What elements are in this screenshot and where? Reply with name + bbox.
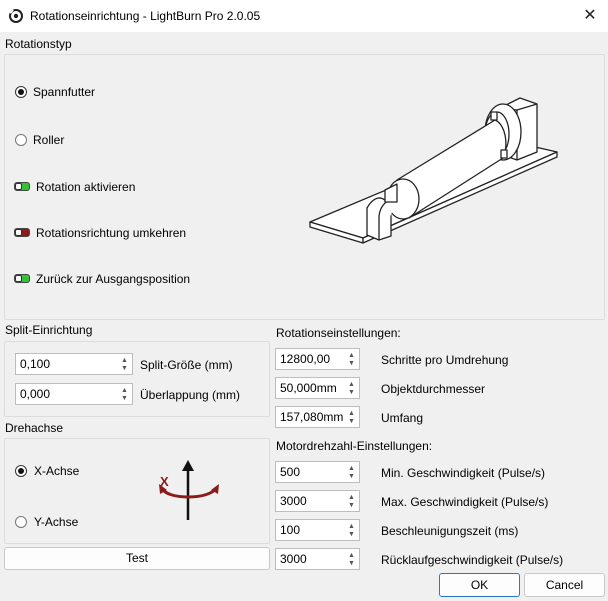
radio-roller-label: Roller bbox=[33, 133, 65, 147]
toggle-return-home[interactable] bbox=[14, 274, 30, 283]
steps-per-rotation-stepper[interactable]: ▲ ▼ bbox=[345, 349, 359, 369]
min-speed-input[interactable]: 500 ▲ ▼ bbox=[275, 461, 360, 483]
object-diameter-value: 50,000mm bbox=[280, 381, 337, 395]
split-size-stepper[interactable]: ▲ ▼ bbox=[118, 354, 132, 374]
circumference-value: 157,080mm bbox=[280, 410, 344, 424]
cancel-button[interactable]: Cancel bbox=[524, 573, 605, 597]
return-speed-value: 3000 bbox=[280, 552, 307, 566]
split-size-value: 0,100 bbox=[20, 357, 51, 371]
acceleration-time-input[interactable]: 100 ▲ ▼ bbox=[275, 519, 360, 541]
circumference-input[interactable]: 157,080mm ▲ ▼ bbox=[275, 406, 360, 428]
radio-spannfutter[interactable] bbox=[15, 86, 27, 98]
close-icon[interactable]: ✕ bbox=[578, 4, 602, 28]
radio-y-axis[interactable] bbox=[15, 516, 27, 528]
return-speed-label: Rücklaufgeschwindigkeit (Pulse/s) bbox=[381, 553, 564, 567]
radio-x-axis-label: X-Achse bbox=[34, 464, 80, 478]
axis-heading: Drehachse bbox=[5, 421, 64, 435]
acceleration-time-stepper[interactable]: ▲ ▼ bbox=[345, 520, 359, 540]
split-size-input[interactable]: 0,100 ▲ ▼ bbox=[15, 353, 133, 375]
toggle-reverse-direction-label: Rotationsrichtung umkehren bbox=[36, 226, 187, 240]
steps-per-rotation-value: 12800,00 bbox=[280, 352, 331, 366]
radio-roller[interactable] bbox=[15, 134, 27, 146]
ok-button[interactable]: OK bbox=[439, 573, 520, 597]
acceleration-time-label: Beschleunigungszeit (ms) bbox=[381, 524, 519, 538]
min-speed-label: Min. Geschwindigkeit (Pulse/s) bbox=[381, 466, 546, 480]
return-speed-input[interactable]: 3000 ▲ ▼ bbox=[275, 548, 360, 570]
motor-speed-heading: Motordrehzahl-Einstellungen: bbox=[276, 439, 433, 453]
max-speed-input[interactable]: 3000 ▲ ▼ bbox=[275, 490, 360, 512]
steps-per-rotation-input[interactable]: 12800,00 ▲ ▼ bbox=[275, 348, 360, 370]
toggle-reverse-direction[interactable] bbox=[14, 228, 30, 237]
chuck-rotary-illustration bbox=[309, 97, 558, 244]
radio-y-axis-label: Y-Achse bbox=[34, 515, 79, 529]
object-diameter-stepper[interactable]: ▲ ▼ bbox=[345, 378, 359, 398]
toggle-return-home-label: Zurück zur Ausgangsposition bbox=[36, 272, 191, 286]
overlap-stepper[interactable]: ▲ ▼ bbox=[118, 384, 132, 404]
rotation-axis-illustration: X bbox=[159, 460, 219, 520]
window-title: Rotationseinrichtung - LightBurn Pro 2.0… bbox=[30, 9, 261, 23]
radio-x-axis[interactable] bbox=[15, 465, 27, 477]
overlap-value: 0,000 bbox=[20, 387, 51, 401]
overlap-label: Überlappung (mm) bbox=[140, 388, 241, 402]
steps-per-rotation-label: Schritte pro Umdrehung bbox=[381, 353, 509, 367]
return-speed-stepper[interactable]: ▲ ▼ bbox=[345, 549, 359, 569]
acceleration-time-value: 100 bbox=[280, 523, 301, 537]
min-speed-stepper[interactable]: ▲ ▼ bbox=[345, 462, 359, 482]
split-heading: Split-Einrichtung bbox=[5, 323, 93, 337]
split-size-label: Split-Größe (mm) bbox=[140, 358, 233, 372]
app-icon bbox=[9, 9, 23, 23]
max-speed-value: 3000 bbox=[280, 494, 307, 508]
axis-letter: X bbox=[160, 474, 169, 489]
overlap-input[interactable]: 0,000 ▲ ▼ bbox=[15, 383, 133, 405]
radio-spannfutter-label: Spannfutter bbox=[33, 85, 96, 99]
max-speed-stepper[interactable]: ▲ ▼ bbox=[345, 491, 359, 511]
object-diameter-input[interactable]: 50,000mm ▲ ▼ bbox=[275, 377, 360, 399]
rotary-type-heading: Rotationstyp bbox=[5, 37, 72, 51]
object-diameter-label: Objektdurchmesser bbox=[381, 382, 486, 396]
toggle-enable-rotary[interactable] bbox=[14, 182, 30, 191]
circumference-stepper[interactable]: ▲ ▼ bbox=[345, 407, 359, 427]
circumference-label: Umfang bbox=[381, 411, 424, 425]
min-speed-value: 500 bbox=[280, 465, 301, 479]
test-button[interactable]: Test bbox=[4, 547, 270, 570]
rotation-settings-heading: Rotationseinstellungen: bbox=[276, 326, 401, 340]
toggle-enable-rotary-label: Rotation aktivieren bbox=[36, 180, 136, 194]
max-speed-label: Max. Geschwindigkeit (Pulse/s) bbox=[381, 495, 549, 509]
